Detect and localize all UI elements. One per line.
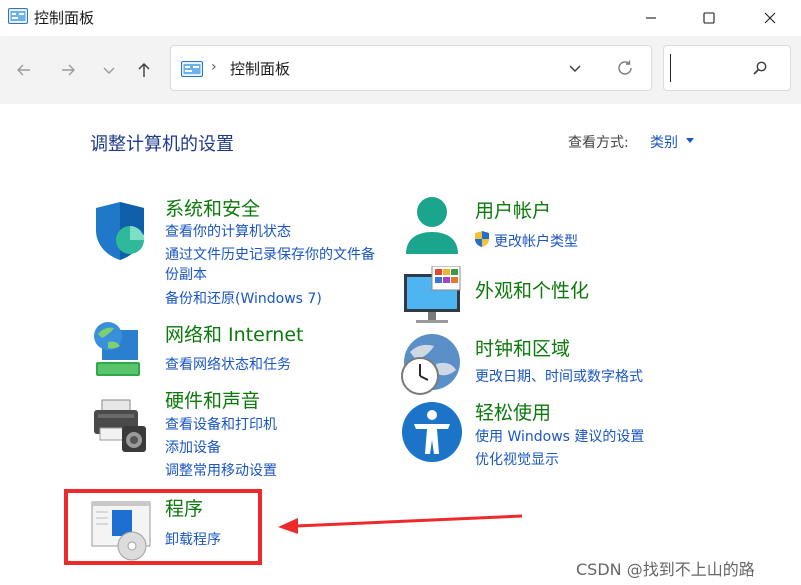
- accessibility-icon[interactable]: [400, 400, 464, 464]
- breadcrumb-separator[interactable]: ›: [211, 59, 217, 75]
- link-file-history[interactable]: 通过文件历史记录保存你的文件备: [165, 244, 375, 264]
- arrow-right-icon: [62, 64, 75, 76]
- uac-shield-icon: [475, 231, 489, 247]
- search-box[interactable]: [663, 45, 791, 91]
- link-file-history-cont[interactable]: 份副本: [165, 264, 207, 284]
- refresh-icon[interactable]: [615, 58, 635, 78]
- arrow-up-icon: [138, 63, 150, 77]
- recent-locations-button[interactable]: [95, 56, 123, 84]
- category-title-hardware[interactable]: 硬件和声音: [165, 386, 260, 413]
- view-by-label: 查看方式:: [568, 135, 629, 151]
- navigation-bar: › 控制面板: [0, 36, 801, 104]
- category-hardware: 硬件和声音 查看设备和打印机 添加设备 调整常用移动设置: [92, 390, 392, 480]
- up-button[interactable]: [130, 56, 158, 84]
- link-view-devices-printers[interactable]: 查看设备和打印机: [165, 414, 277, 434]
- link-change-account-type[interactable]: 更改帐户类型: [494, 231, 578, 251]
- chevron-down-icon[interactable]: [565, 58, 585, 78]
- watermark: CSDN @找到不上山的路: [576, 560, 755, 579]
- category-ease-of-access: 轻松使用 使用 Windows 建议的设置 优化视觉显示: [400, 398, 700, 469]
- link-optimize-visual-display[interactable]: 优化视觉显示: [475, 449, 559, 469]
- minimize-icon: [646, 17, 656, 19]
- search-icon[interactable]: [752, 60, 768, 76]
- category-network: 网络和 Internet 查看网络状态和任务: [92, 322, 392, 382]
- category-user-accounts: 用户帐户 更改帐户类型: [402, 196, 702, 258]
- minimize-button[interactable]: [620, 0, 682, 36]
- annotation-arrow: [278, 514, 523, 534]
- link-windows-suggested-settings[interactable]: 使用 Windows 建议的设置: [475, 426, 644, 446]
- category-title-system-security[interactable]: 系统和安全: [165, 194, 260, 221]
- back-button[interactable]: [10, 56, 38, 84]
- link-view-computer-status[interactable]: 查看你的计算机状态: [165, 221, 291, 241]
- title-bar: 控制面板: [0, 0, 801, 36]
- page-heading: 调整计算机的设置: [90, 134, 234, 155]
- arrow-left-icon: [17, 64, 30, 76]
- close-icon: [764, 12, 776, 24]
- link-add-device[interactable]: 添加设备: [165, 437, 221, 457]
- search-input[interactable]: [670, 54, 754, 82]
- shield-icon[interactable]: [92, 200, 156, 264]
- forward-button[interactable]: [54, 56, 82, 84]
- user-icon[interactable]: [402, 194, 462, 258]
- link-view-network-status[interactable]: 查看网络状态和任务: [165, 354, 291, 374]
- maximize-icon: [703, 12, 715, 24]
- category-title-clock-region[interactable]: 时钟和区域: [475, 334, 570, 361]
- close-button[interactable]: [739, 0, 801, 36]
- address-bar[interactable]: › 控制面板: [170, 45, 652, 91]
- category-title-network[interactable]: 网络和 Internet: [165, 320, 303, 347]
- link-backup-restore[interactable]: 备份和还原(Windows 7): [165, 288, 322, 308]
- monitor-palette-icon[interactable]: [402, 266, 466, 330]
- control-panel-icon: [181, 61, 203, 77]
- chevron-down-icon: [103, 67, 115, 74]
- globe-clock-icon[interactable]: [400, 334, 464, 398]
- link-change-date-time[interactable]: 更改日期、时间或数字格式: [475, 366, 643, 386]
- window-title: 控制面板: [34, 9, 95, 27]
- printer-icon[interactable]: [92, 396, 156, 460]
- maximize-button[interactable]: [678, 0, 740, 36]
- caret-down-icon[interactable]: [686, 138, 694, 143]
- annotation-highlight-box: [64, 489, 262, 565]
- control-panel-icon: [8, 8, 28, 24]
- network-globe-icon[interactable]: [92, 320, 156, 384]
- link-mobility-settings[interactable]: 调整常用移动设置: [165, 460, 277, 480]
- category-title-user-accounts[interactable]: 用户帐户: [475, 196, 551, 223]
- category-clock-region: 时钟和区域 更改日期、时间或数字格式: [400, 334, 700, 395]
- breadcrumb-control-panel[interactable]: 控制面板: [230, 58, 290, 79]
- category-title-ease-of-access[interactable]: 轻松使用: [475, 398, 551, 425]
- category-system-security: 系统和安全 查看你的计算机状态 通过文件历史记录保存你的文件备 份副本 备份和还…: [92, 198, 402, 310]
- category-appearance: 外观和个性化: [402, 266, 702, 326]
- category-title-appearance[interactable]: 外观和个性化: [475, 276, 589, 303]
- view-by-dropdown[interactable]: 类别: [650, 132, 678, 152]
